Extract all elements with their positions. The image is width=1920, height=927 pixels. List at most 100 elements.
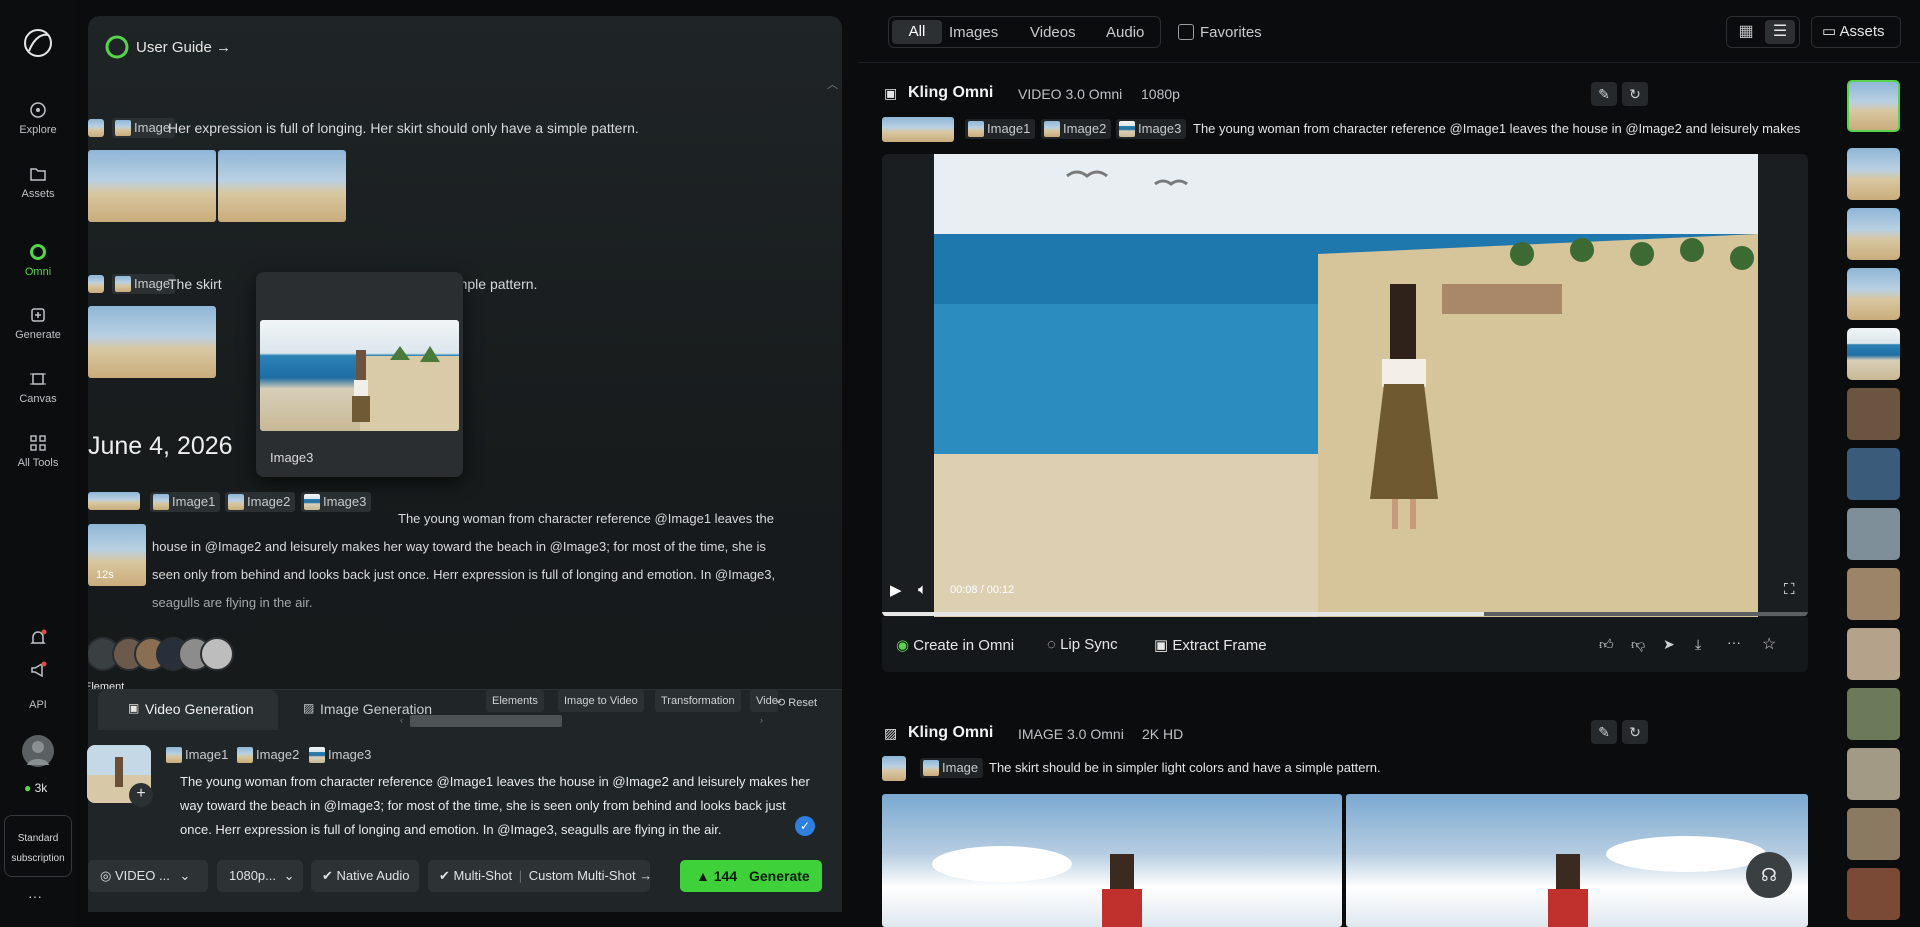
history-thumb[interactable] [1847, 628, 1900, 680]
history-thumb[interactable] [1847, 388, 1900, 440]
ref-chip-image2[interactable]: Image2 [225, 492, 296, 512]
ref-chip[interactable]: Image [112, 118, 176, 138]
favorites-label[interactable]: Favorites [1200, 24, 1262, 41]
scroll-up-icon[interactable]: ︿ [827, 76, 838, 92]
list-view-icon[interactable]: ☰ [1765, 20, 1795, 44]
rail-item-canvas[interactable]: Canvas [0, 370, 76, 405]
share-icon[interactable]: ➤ [1663, 636, 1675, 653]
resolution-select[interactable]: 1080p... ⌄ [217, 860, 303, 892]
filter-tab-all[interactable]: All [892, 20, 942, 44]
card-ref-strip[interactable] [882, 117, 954, 142]
bell-icon[interactable] [29, 629, 47, 647]
history-thumb[interactable] [1847, 568, 1900, 620]
history-result-image[interactable] [88, 150, 216, 222]
subscription-badge[interactable]: Standard subscription [4, 815, 72, 877]
favorites-checkbox[interactable] [1178, 24, 1194, 40]
model-select[interactable]: ◎ VIDEO ... ⌄ [88, 860, 208, 892]
download-icon[interactable]: ⤓ [1695, 636, 1701, 653]
create-in-omni-button[interactable]: ◉ Create in Omni [896, 636, 1014, 654]
support-chat-button[interactable]: ☊ [1746, 852, 1792, 898]
prompt-confirm-icon[interactable]: ✓ [795, 816, 815, 836]
tab-video-generation[interactable]: ▣ Video Generation [98, 690, 278, 730]
element-avatar[interactable] [200, 637, 234, 671]
play-icon[interactable]: ▶ [890, 581, 902, 599]
history-thumb[interactable] [1847, 268, 1900, 320]
regenerate-icon[interactable]: ↻ [1622, 720, 1648, 744]
history-ref-thumb[interactable] [88, 119, 104, 137]
lip-sync-button[interactable]: ◌ Lip Sync [1047, 636, 1118, 653]
task-ref-strip[interactable] [88, 492, 140, 510]
api-link[interactable]: API [0, 699, 76, 711]
filter-tab-audio[interactable]: Audio [1106, 24, 1144, 41]
history-thumb[interactable] [1847, 868, 1900, 920]
composer-chip-image2[interactable]: Image2 [234, 745, 304, 765]
result-image[interactable] [882, 794, 1342, 927]
volume-icon[interactable]: 🔈︎ [918, 581, 927, 598]
megaphone-icon[interactable] [29, 661, 47, 679]
more-menu-button[interactable]: ··· [28, 888, 42, 904]
extract-frame-button[interactable]: ▣ Extract Frame [1154, 636, 1267, 654]
edit-icon[interactable]: ✎ [1591, 82, 1617, 106]
rail-label: Canvas [19, 393, 57, 405]
more-options-icon[interactable]: ··· [1727, 634, 1741, 650]
history-thumb[interactable] [1847, 148, 1900, 200]
mode-chip[interactable]: Vide [750, 690, 778, 712]
mode-scroll-left-icon[interactable]: ‹ [400, 715, 403, 725]
favorite-star-icon[interactable]: ☆ [1762, 634, 1776, 654]
card-chip-image3[interactable]: Image3 [1116, 119, 1187, 139]
add-reference-button[interactable]: + [129, 783, 153, 807]
rail-item-omni[interactable]: Omni [0, 243, 76, 278]
result-image[interactable] [1346, 794, 1808, 927]
history-thumb[interactable] [1847, 748, 1900, 800]
user-guide-label: User Guide → [136, 39, 232, 56]
app-logo-icon[interactable] [21, 26, 55, 60]
ref-chip-image3[interactable]: Image3 [301, 492, 372, 512]
rail-item-all-tools[interactable]: All Tools [0, 434, 76, 469]
filter-tab-videos[interactable]: Videos [1030, 24, 1076, 41]
custom-multi-shot-link[interactable]: Custom Multi-Shot → [529, 868, 653, 883]
composer-chip-image1[interactable]: Image1 [163, 745, 233, 765]
card-chip-image2[interactable]: Image2 [1041, 119, 1112, 139]
mode-chip[interactable]: Transformation [655, 690, 741, 712]
composer-chip-image3[interactable]: Image3 [306, 745, 376, 765]
ref-chip[interactable]: Image [112, 274, 176, 294]
credits-display[interactable]: ● 3k [24, 781, 47, 795]
card-chip-image[interactable]: Image [920, 758, 984, 778]
history-result-image[interactable] [88, 306, 216, 378]
history-thumb[interactable] [1847, 208, 1900, 260]
task-video-thumb[interactable]: 12s [88, 524, 146, 586]
grid-view-icon[interactable]: ▦ [1732, 20, 1760, 44]
history-thumb[interactable] [1847, 508, 1900, 560]
mode-chip[interactable]: Elements [486, 690, 544, 712]
thumbs-up-icon[interactable]: 👍︎ [1599, 636, 1614, 653]
regenerate-icon[interactable]: ↻ [1622, 82, 1648, 106]
mode-chip[interactable]: Image to Video [558, 690, 644, 712]
avatar[interactable] [22, 735, 54, 767]
rail-item-generate[interactable]: Generate [0, 306, 76, 341]
mode-scrollbar[interactable] [410, 715, 562, 727]
prompt-input[interactable]: The young woman from character reference… [180, 770, 820, 840]
rail-item-assets[interactable]: Assets [0, 165, 76, 200]
history-thumb-active[interactable] [1847, 80, 1900, 132]
rail-item-explore[interactable]: Explore [0, 101, 76, 136]
edit-icon[interactable]: ✎ [1591, 720, 1617, 744]
history-thumb[interactable] [1847, 808, 1900, 860]
card-chip-image1[interactable]: Image1 [965, 119, 1036, 139]
fullscreen-icon[interactable]: ⛶ [1784, 581, 1795, 598]
history-result-image[interactable] [218, 150, 346, 222]
multi-shot-toggle[interactable]: ✔ Multi-Shot | Custom Multi-Shot → [428, 860, 653, 892]
thumbs-down-icon[interactable]: 👎︎ [1631, 636, 1645, 653]
card-ref-thumb[interactable] [882, 756, 906, 781]
history-thumb[interactable] [1847, 328, 1900, 380]
assets-button[interactable]: ▭ Assets [1811, 16, 1901, 48]
native-audio-toggle[interactable]: ✔ Native Audio [311, 860, 419, 892]
mode-scroll-right-icon[interactable]: › [760, 715, 763, 725]
filter-tab-images[interactable]: Images [949, 24, 998, 41]
history-thumb[interactable] [1847, 688, 1900, 740]
ref-chip-image1[interactable]: Image1 [150, 492, 221, 512]
generate-button[interactable]: ▲ 144 Generate [680, 860, 822, 892]
history-thumb[interactable] [1847, 448, 1900, 500]
reset-button[interactable]: ⟲ Reset [776, 696, 817, 709]
history-ref-thumb[interactable] [88, 275, 104, 293]
video-player[interactable]: ▶ 🔈︎ 00:08 / 00:12 ⛶ [882, 154, 1808, 617]
